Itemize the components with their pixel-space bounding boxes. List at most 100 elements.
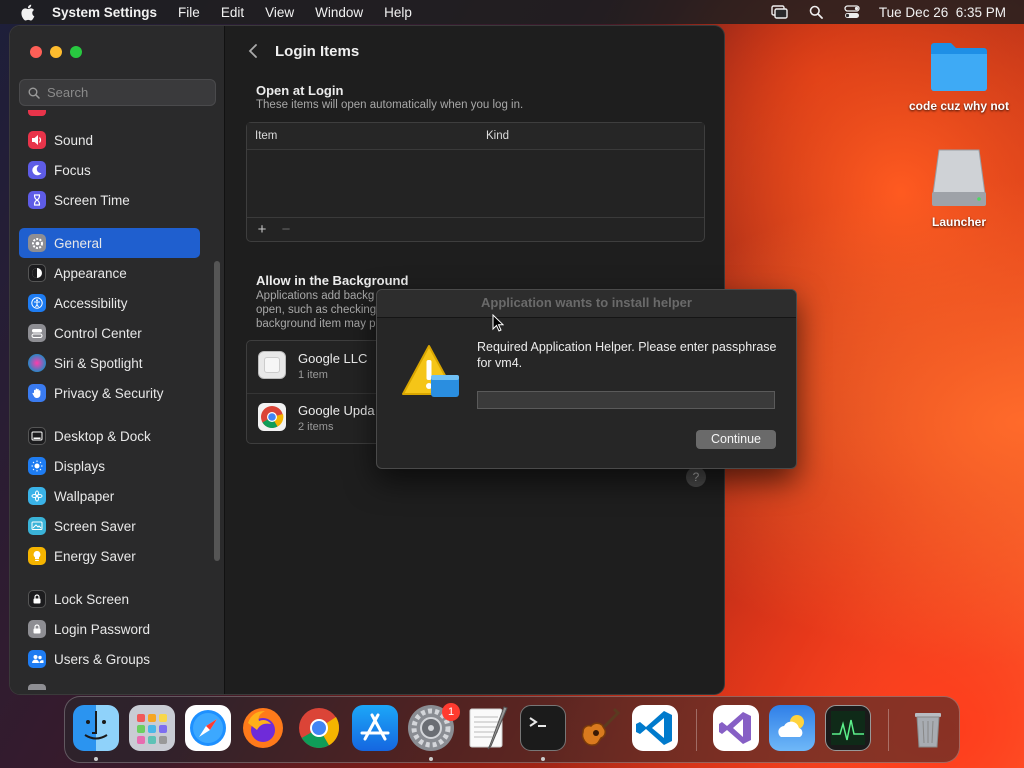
menu-view[interactable]: View [265, 5, 294, 20]
visual-studio-icon [719, 712, 751, 744]
notification-badge: 1 [442, 703, 460, 721]
sidebar-item-label: Energy Saver [54, 548, 136, 564]
dialog-message: Required Application Helper. Please ente… [477, 340, 777, 370]
apple-menu-icon[interactable] [18, 3, 36, 21]
flower-icon [28, 487, 46, 505]
dock-separator [696, 709, 697, 751]
running-indicator [94, 757, 98, 761]
desktop-icon-label: code cuz why not [908, 99, 1009, 113]
chrome-icon [299, 708, 340, 748]
dock-activity-monitor[interactable] [825, 705, 871, 751]
close-window-button[interactable] [30, 46, 42, 58]
sidebar-item-screen-time[interactable]: Screen Time [19, 185, 200, 215]
background-subtitle-line: Applications add backg [256, 290, 375, 302]
sidebar-item-label: Control Center [54, 325, 142, 341]
dock-finder[interactable] [73, 705, 119, 751]
chrome-icon [258, 403, 286, 431]
hourglass-icon [28, 191, 46, 209]
dock-trash[interactable] [905, 705, 951, 751]
screensaver-icon [28, 517, 46, 535]
appearance-icon [28, 264, 46, 282]
sidebar-item-label: Login Password [54, 621, 151, 637]
menu-file[interactable]: File [178, 5, 200, 20]
sidebar-item-label: Screen Saver [54, 518, 136, 534]
sidebar-item-displays[interactable]: Displays [19, 451, 200, 481]
sidebar-item-sound[interactable]: Sound [19, 125, 200, 155]
sidebar-item-login-password[interactable]: Login Password [19, 614, 200, 644]
dock-textedit[interactable] [464, 705, 510, 751]
sidebar-item-accessibility[interactable]: Accessibility [19, 288, 200, 318]
control-center-icon[interactable] [843, 4, 861, 20]
dock-terminal[interactable] [520, 705, 566, 751]
app-store-icon [360, 713, 390, 741]
zoom-window-button[interactable] [70, 46, 82, 58]
search-input[interactable] [47, 85, 197, 100]
back-button[interactable] [246, 42, 260, 60]
background-subtitle-line: background item may p [256, 318, 376, 330]
moon-icon [28, 161, 46, 179]
sidebar-item-focus[interactable]: Focus [19, 155, 200, 185]
background-item-count: 1 item [298, 369, 328, 381]
sidebar-item-privacy-security[interactable]: Privacy & Security [19, 378, 200, 408]
background-subtitle-line: open, such as checking [256, 304, 377, 316]
firefox-icon [243, 708, 283, 748]
dock-garageband[interactable] [576, 705, 622, 751]
menu-app-name[interactable]: System Settings [52, 5, 157, 20]
add-item-button[interactable]: + [253, 221, 271, 238]
dock-firefox[interactable] [240, 705, 286, 751]
drive-icon [932, 149, 986, 206]
sidebar-item-label: Lock Screen [54, 591, 130, 607]
sidebar-item-general[interactable]: General [19, 228, 200, 258]
siri-icon [28, 354, 46, 372]
sidebar-item-control-center[interactable]: Control Center [19, 318, 200, 348]
menu-edit[interactable]: Edit [221, 5, 244, 20]
lock-icon [28, 590, 46, 608]
sidebar-item-siri-spotlight[interactable]: Siri & Spotlight [19, 348, 200, 378]
launchpad-icon [137, 714, 167, 744]
window-controls [30, 46, 82, 58]
sidebar-item-wallpaper[interactable]: Wallpaper [19, 481, 200, 511]
dock-visual-studio[interactable] [713, 705, 759, 751]
dock-safari[interactable] [185, 705, 231, 751]
menubar-clock[interactable]: Tue Dec 26 6:35 PM [879, 5, 1006, 20]
running-indicator [541, 757, 545, 761]
menu-window[interactable]: Window [315, 5, 363, 20]
sidebar-item-energy-saver[interactable]: Energy Saver [19, 541, 200, 571]
sidebar-item-label: Siri & Spotlight [54, 355, 143, 371]
dock-chrome[interactable] [296, 705, 342, 751]
spotlight-search-icon[interactable] [807, 4, 825, 20]
dock-launchpad[interactable] [129, 705, 175, 751]
sidebar-item-lock-screen[interactable]: Lock Screen [19, 584, 200, 614]
chevron-left-icon [248, 44, 257, 58]
sun-icon [28, 457, 46, 475]
open-at-login-subtitle: These items will open automatically when… [256, 99, 524, 111]
sidebar-item-screen-saver[interactable]: Screen Saver [19, 511, 200, 541]
open-at-login-title: Open at Login [256, 83, 344, 98]
minimize-window-button[interactable] [50, 46, 62, 58]
screen-mirroring-icon[interactable] [771, 4, 789, 20]
dock: 1 [64, 696, 960, 763]
dock-vscode[interactable] [632, 705, 678, 751]
activity-monitor-icon [831, 711, 865, 745]
sidebar-item-appearance[interactable]: Appearance [19, 258, 200, 288]
login-items-table: Item Kind + − [246, 122, 705, 242]
users-icon [28, 650, 46, 668]
desktop-drive[interactable]: Launcher [900, 148, 1018, 229]
column-header-item[interactable]: Item [255, 130, 277, 142]
sidebar-item-label: Displays [54, 458, 106, 474]
help-button[interactable]: ? [686, 467, 706, 487]
dock-app-store[interactable] [352, 705, 398, 751]
dock-weather[interactable] [769, 705, 815, 751]
remove-item-button[interactable]: − [277, 221, 295, 238]
sidebar-item-label: Sound [54, 132, 94, 148]
continue-button[interactable]: Continue [696, 430, 776, 449]
menu-help[interactable]: Help [384, 5, 412, 20]
search-field[interactable] [19, 79, 216, 106]
desktop-folder[interactable]: code cuz why not [900, 38, 1018, 113]
column-header-kind[interactable]: Kind [486, 130, 509, 142]
passphrase-input[interactable] [477, 391, 775, 409]
safari-icon [190, 710, 226, 746]
sidebar-item-desktop-dock[interactable]: Desktop & Dock [19, 421, 200, 451]
sidebar-item-users-groups[interactable]: Users & Groups [19, 644, 200, 674]
sidebar-scrollbar[interactable] [214, 261, 220, 561]
